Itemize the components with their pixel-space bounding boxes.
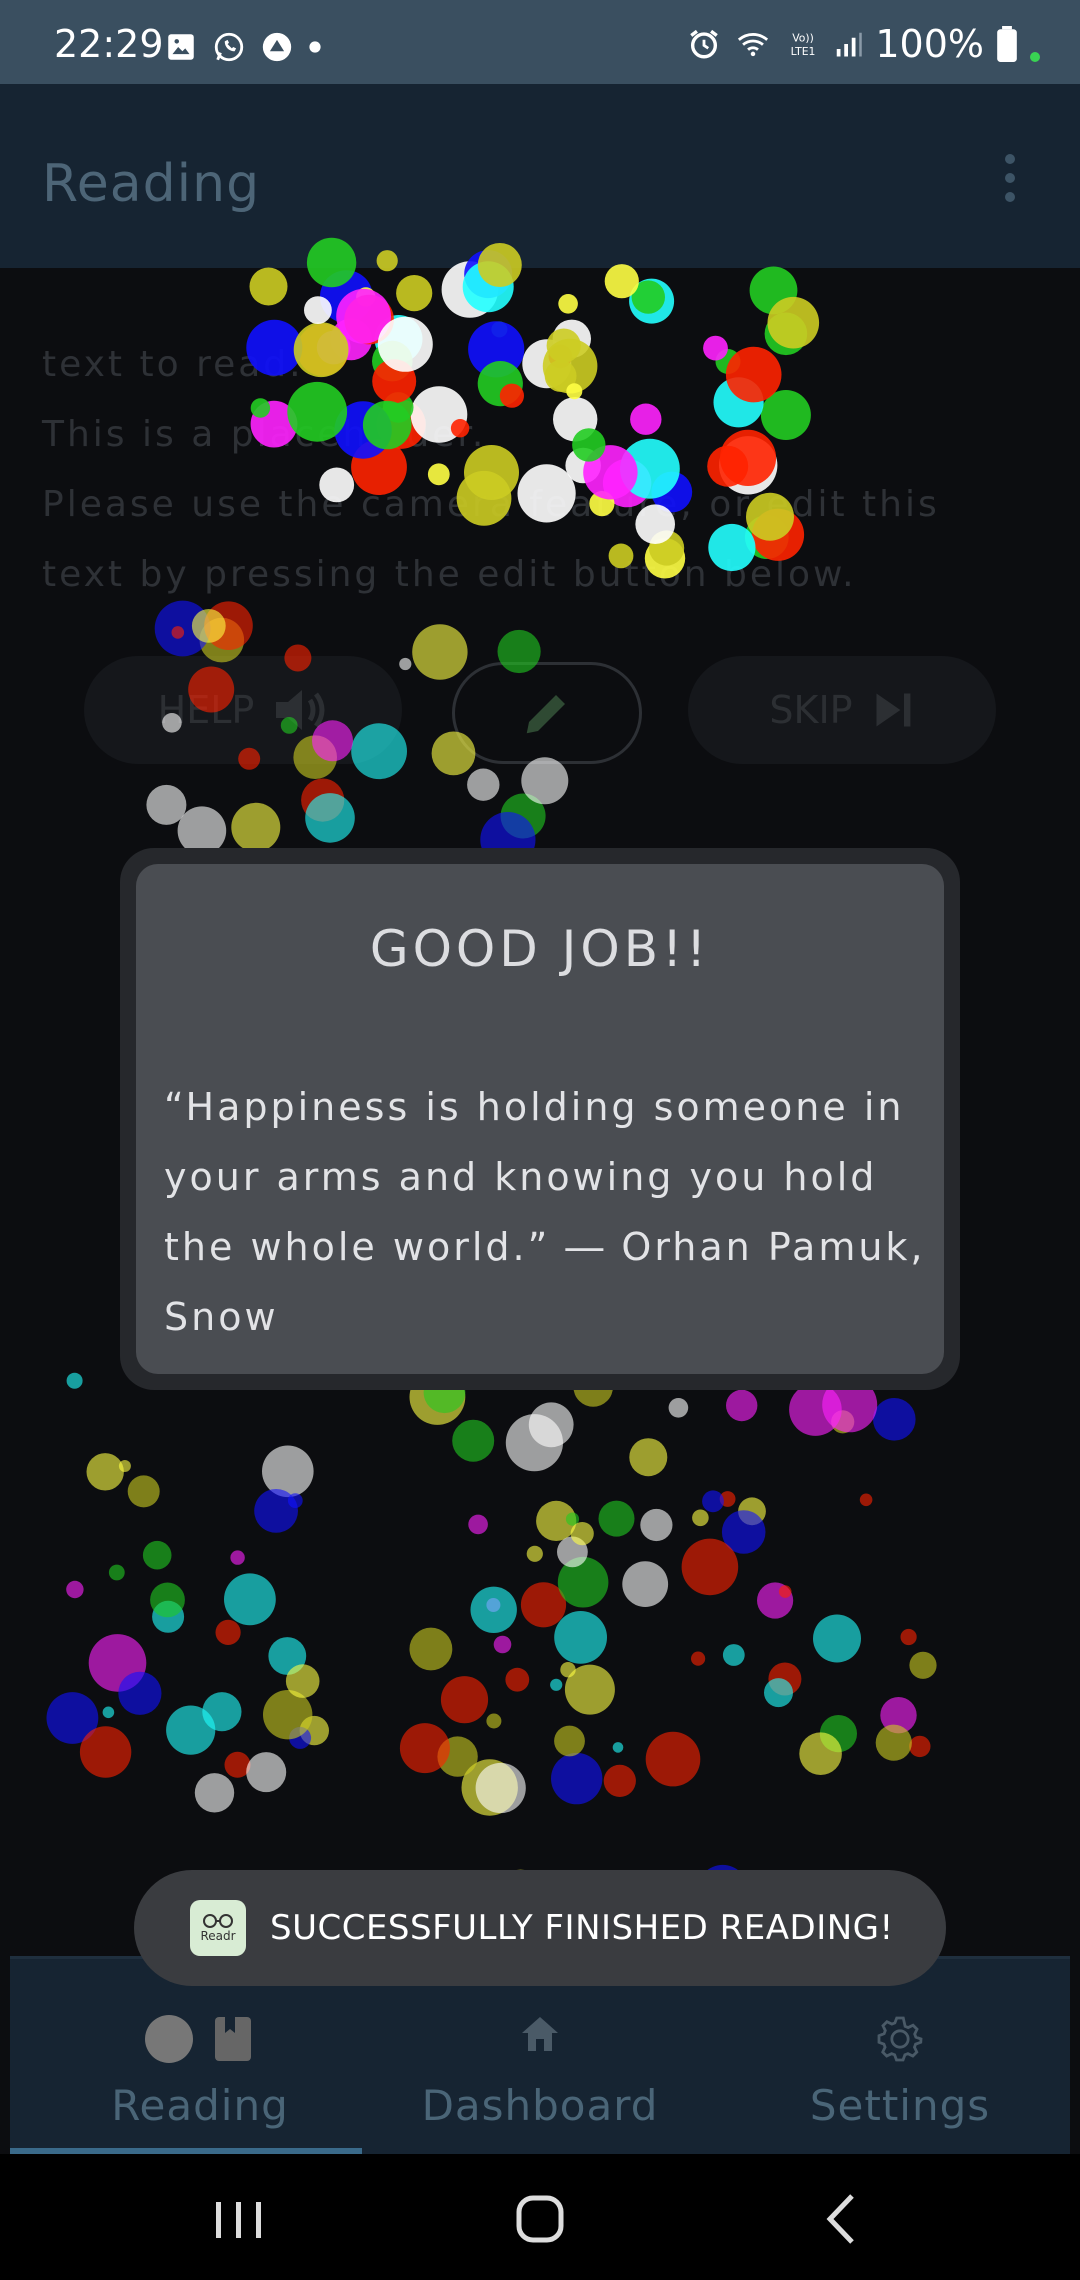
recent-apps-icon[interactable]: [204, 2184, 274, 2254]
status-bar: 22:29 Vo)) LTE1 100%: [0, 0, 1080, 84]
svg-text:Vo)): Vo)): [793, 32, 815, 45]
alarm-icon: [690, 29, 719, 59]
dialog-quote: “Happiness is holding someone in your ar…: [164, 1072, 924, 1352]
status-icons-right: Vo)) LTE1 100%: [687, 22, 1040, 66]
speaker-icon: [276, 690, 325, 730]
reading-line: Please use the camera feature, or edit t…: [42, 484, 940, 525]
privacy-dot-icon: [1030, 52, 1040, 62]
reading-line: text by pressing the edit button below.: [42, 554, 857, 595]
glasses-icon: [203, 1914, 233, 1928]
quote-line: your arms and knowing you hold: [164, 1155, 878, 1199]
app-icon: [262, 32, 292, 62]
nav-item-dashboard[interactable]: Dashboard: [370, 1959, 710, 2155]
gear-icon: [877, 2016, 923, 2062]
dot-icon: [309, 41, 321, 53]
battery-percent: 100%: [875, 22, 984, 66]
pencil-icon: [526, 695, 565, 734]
nav-item-settings[interactable]: Settings: [730, 1959, 1070, 2155]
help-button[interactable]: HELP: [84, 656, 402, 764]
status-time: 22:29: [54, 22, 164, 66]
help-label: HELP: [157, 688, 255, 732]
nav-label-reading: Reading: [111, 2081, 289, 2130]
signal-icon: [837, 32, 863, 57]
app-bar: Reading: [0, 84, 1080, 268]
nav-label-settings: Settings: [809, 2081, 991, 2130]
gallery-icon: [168, 34, 194, 60]
dialog-title: GOOD JOB!!: [369, 920, 711, 978]
page-title: Reading: [42, 154, 261, 214]
wifi-icon: [738, 33, 769, 57]
logo-text: Readr: [200, 1929, 236, 1943]
dialog-card: GOOD JOB!! “Happiness is holding someone…: [136, 864, 944, 1374]
more-vert-icon[interactable]: [990, 154, 1030, 214]
reading-text: text to read. This is a placeholder. Ple…: [42, 330, 1042, 610]
book-icon: [145, 2015, 251, 2063]
edit-button[interactable]: [452, 662, 642, 764]
svg-text:LTE1: LTE1: [791, 45, 816, 58]
success-dialog[interactable]: GOOD JOB!! “Happiness is holding someone…: [120, 848, 960, 1390]
toast-message: SUCCESSFULLY FINISHED READING!: [270, 1908, 894, 1948]
system-nav-bar: [0, 2154, 1080, 2280]
skip-button[interactable]: SKIP: [688, 656, 996, 764]
readr-logo: Readr: [190, 1900, 246, 1956]
quote-line: Snow: [164, 1295, 279, 1339]
battery-icon: [997, 26, 1017, 62]
nav-label-dashboard: Dashboard: [421, 2081, 659, 2130]
skip-next-icon: [876, 693, 910, 727]
back-icon[interactable]: [806, 2184, 876, 2254]
toast: Readr SUCCESSFULLY FINISHED READING!: [134, 1870, 946, 1986]
home-circle-icon[interactable]: [505, 2184, 575, 2254]
status-icons-left: [164, 30, 322, 64]
reading-line: text to read.: [42, 344, 304, 385]
quote-line: “Happiness is holding someone in: [164, 1085, 905, 1129]
nav-item-reading[interactable]: Reading: [30, 1959, 370, 2155]
whatsapp-icon: [214, 32, 244, 62]
quote-line: the whole world.” ― Orhan Pamuk,: [164, 1225, 926, 1269]
home-icon: [522, 2017, 558, 2051]
volte-icon: Vo))LTE1: [791, 32, 816, 58]
skip-label: SKIP: [769, 688, 853, 732]
reading-line: This is a placeholder.: [42, 414, 487, 455]
